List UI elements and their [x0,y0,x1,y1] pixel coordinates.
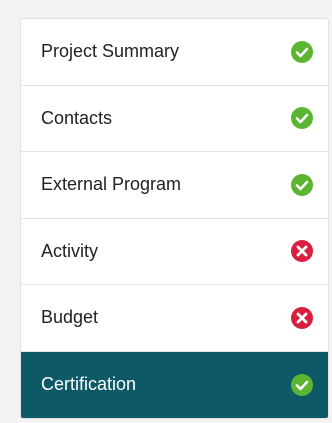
check-circle-icon [290,373,314,397]
step-certification[interactable]: Certification [21,351,328,418]
check-circle-icon [290,173,314,197]
step-label: Contacts [41,107,113,128]
step-label: Project Summary [41,41,180,62]
step-label: External Program [41,174,182,195]
step-label: Budget [41,307,99,328]
step-label: Activity [41,240,99,261]
step-budget[interactable]: Budget [21,285,328,352]
step-project-summary[interactable]: Project Summary [21,19,328,86]
x-circle-icon [290,239,314,263]
step-navigation: Project Summary Contacts External Progra… [20,18,329,419]
step-contacts[interactable]: Contacts [21,86,328,152]
step-label: Certification [41,374,137,395]
check-circle-icon [290,106,314,130]
step-activity[interactable]: Activity [21,219,328,285]
x-circle-icon [290,306,314,330]
step-external-program[interactable]: External Program [21,152,328,219]
check-circle-icon [290,40,314,64]
